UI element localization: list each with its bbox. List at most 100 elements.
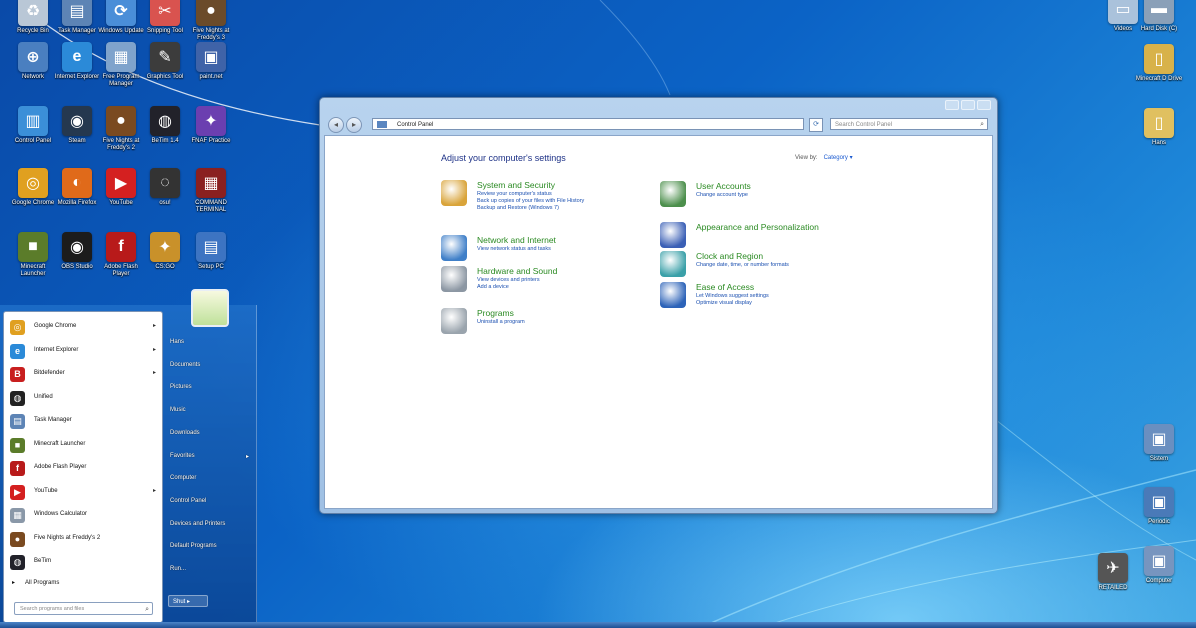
start-menu-place[interactable]: Hans bbox=[170, 339, 184, 345]
start-menu-program[interactable]: f Adobe Flash Player bbox=[8, 458, 158, 478]
start-menu-program[interactable]: ■ Minecraft Launcher bbox=[8, 435, 158, 455]
category-icon[interactable] bbox=[660, 251, 686, 277]
desktop-icon[interactable]: ▥ Control Panel bbox=[8, 106, 58, 145]
start-menu-program[interactable]: ● Five Nights at Freddy's 2 bbox=[8, 529, 158, 549]
category-task-link[interactable]: View devices and printers bbox=[477, 277, 540, 283]
back-button[interactable]: ◂ bbox=[328, 117, 344, 133]
start-menu-place[interactable]: Pictures bbox=[170, 384, 192, 390]
category-task-link[interactable]: View network status and tasks bbox=[477, 246, 551, 252]
category-icon[interactable] bbox=[441, 308, 467, 334]
start-menu-place[interactable]: Downloads bbox=[170, 430, 200, 436]
desktop-icon[interactable]: ▤ Task Manager bbox=[52, 0, 102, 35]
control-panel-window[interactable]: ◂ ▸ Control Panel ⟳ Search Control Panel… bbox=[319, 97, 998, 514]
category-icon[interactable] bbox=[441, 235, 467, 261]
category-icon[interactable] bbox=[441, 180, 467, 206]
category-task-link[interactable]: Change date, time, or number formats bbox=[696, 262, 789, 268]
category-title-link[interactable]: Network and Internet bbox=[477, 235, 556, 245]
user-picture[interactable] bbox=[191, 289, 229, 327]
view-by-value[interactable]: Category ▾ bbox=[824, 155, 853, 161]
desktop-icon[interactable]: ⊕ Network bbox=[8, 42, 58, 81]
category-task-link[interactable]: Review your computer's status bbox=[477, 191, 552, 197]
desktop-icon[interactable]: ✎ Graphics Tool bbox=[140, 42, 190, 81]
close-button[interactable] bbox=[977, 100, 991, 110]
start-menu-program[interactable]: ▤ Task Manager bbox=[8, 411, 158, 431]
start-menu-place[interactable]: Default Programs bbox=[170, 543, 217, 549]
desktop-icon[interactable]: ▬ Hard Disk (C) bbox=[1134, 0, 1184, 33]
desktop-icon[interactable]: ✂ Snipping Tool bbox=[140, 0, 190, 35]
desktop-icon[interactable]: ▶ YouTube bbox=[96, 168, 146, 207]
desktop-icon[interactable]: ◍ BeTim 1.4 bbox=[140, 106, 190, 145]
desktop-icon[interactable]: f Adobe Flash Player bbox=[96, 232, 146, 278]
window-titlebar[interactable] bbox=[320, 98, 997, 115]
search-control-panel-input[interactable]: Search Control Panel ⌕ bbox=[830, 118, 988, 130]
start-menu-place[interactable]: Devices and Printers bbox=[170, 521, 225, 527]
taskbar[interactable] bbox=[0, 622, 1196, 628]
jump-list-arrow-icon[interactable]: ▸ bbox=[153, 322, 156, 329]
category-icon[interactable] bbox=[660, 181, 686, 207]
start-menu-program[interactable]: ◍ BeTim bbox=[8, 552, 158, 572]
category-icon[interactable] bbox=[441, 266, 467, 292]
desktop-icon[interactable]: ● Five Nights at Freddy's 3 bbox=[186, 0, 236, 42]
desktop-icon[interactable]: ✦ CS:GO bbox=[140, 232, 190, 271]
desktop-icon[interactable]: ● Five Nights at Freddy's 2 bbox=[96, 106, 146, 152]
start-menu-program[interactable]: e Internet Explorer ▸ bbox=[8, 341, 158, 361]
category-title-link[interactable]: User Accounts bbox=[696, 181, 751, 191]
start-menu-program[interactable]: ▦ Windows Calculator bbox=[8, 505, 158, 525]
desktop-icon[interactable]: ✈ RETAILED bbox=[1088, 553, 1138, 592]
desktop-icon[interactable]: ▣ Sistem bbox=[1134, 424, 1184, 463]
forward-button[interactable]: ▸ bbox=[346, 117, 362, 133]
jump-list-arrow-icon[interactable]: ▸ bbox=[153, 369, 156, 376]
desktop-icon[interactable]: ▯ Minecraft D Drive bbox=[1134, 44, 1184, 83]
desktop-icon[interactable]: ▣ Computer bbox=[1134, 546, 1184, 585]
desktop-icon[interactable]: ♻ Recycle Bin bbox=[8, 0, 58, 35]
category-title-link[interactable]: Ease of Access bbox=[696, 282, 754, 292]
desktop-icon[interactable]: ◉ OBS Studio bbox=[52, 232, 102, 271]
category-task-link[interactable]: Uninstall a program bbox=[477, 319, 525, 325]
desktop-icon[interactable]: ⟳ Windows Update bbox=[96, 0, 146, 35]
all-programs-button[interactable]: ▸ All Programs bbox=[12, 579, 69, 586]
start-menu-program[interactable]: ▶ YouTube ▸ bbox=[8, 482, 158, 502]
category-title-link[interactable]: System and Security bbox=[477, 180, 555, 190]
view-by-selector[interactable]: View by: Category ▾ bbox=[795, 154, 853, 161]
jump-list-arrow-icon[interactable]: ▸ bbox=[153, 346, 156, 353]
start-menu-place[interactable]: Computer bbox=[170, 475, 196, 481]
category-task-link[interactable]: Let Windows suggest settings bbox=[696, 293, 769, 299]
category-task-link[interactable]: Backup and Restore (Windows 7) bbox=[477, 205, 559, 211]
start-menu-place[interactable]: Documents bbox=[170, 362, 200, 368]
category-title-link[interactable]: Clock and Region bbox=[696, 251, 763, 261]
category-title-link[interactable]: Hardware and Sound bbox=[477, 266, 557, 276]
desktop-icon[interactable]: ◌ osu! bbox=[140, 168, 190, 207]
desktop-icon[interactable]: ■ Minecraft Launcher bbox=[8, 232, 58, 278]
desktop-icon[interactable]: ◎ Google Chrome bbox=[8, 168, 58, 207]
start-menu-place[interactable]: Control Panel bbox=[170, 498, 206, 504]
minimize-button[interactable] bbox=[945, 100, 959, 110]
category-icon[interactable] bbox=[660, 282, 686, 308]
desktop-icon[interactable]: ▤ Setup PC bbox=[186, 232, 236, 271]
shutdown-button[interactable]: Shut ▸ bbox=[168, 595, 208, 607]
category-title-link[interactable]: Appearance and Personalization bbox=[696, 222, 819, 232]
category-task-link[interactable]: Optimize visual display bbox=[696, 300, 752, 306]
jump-list-arrow-icon[interactable]: ▸ bbox=[153, 487, 156, 494]
desktop-icon[interactable]: ◉ Steam bbox=[52, 106, 102, 145]
desktop-icon[interactable]: ▯ Hans bbox=[1134, 108, 1184, 147]
category-task-link[interactable]: Back up copies of your files with File H… bbox=[477, 198, 584, 204]
desktop-icon[interactable]: e Internet Explorer bbox=[52, 42, 102, 81]
start-menu-program[interactable]: ◎ Google Chrome ▸ bbox=[8, 317, 158, 337]
start-menu-program[interactable]: ◍ Unified bbox=[8, 388, 158, 408]
start-menu-place[interactable]: Favorites ▸ bbox=[170, 453, 249, 460]
start-menu-program[interactable]: B Bitdefender ▸ bbox=[8, 364, 158, 384]
desktop-icon[interactable]: ▦ COMMAND TERMINAL bbox=[186, 168, 236, 214]
desktop-icon[interactable]: ◐ Mozilla Firefox bbox=[52, 168, 102, 207]
category-icon[interactable] bbox=[660, 222, 686, 248]
category-task-link[interactable]: Add a device bbox=[477, 284, 509, 290]
desktop-icon[interactable]: ▣ paint.net bbox=[186, 42, 236, 81]
desktop-icon[interactable]: ▣ Periodic bbox=[1134, 487, 1184, 526]
refresh-icon[interactable]: ⟳ bbox=[809, 118, 823, 132]
desktop-icon[interactable]: ✦ FNAF Practice bbox=[186, 106, 236, 145]
desktop-icon[interactable]: ▦ Free Program Manager bbox=[96, 42, 146, 88]
category-title-link[interactable]: Programs bbox=[477, 308, 514, 318]
category-task-link[interactable]: Change account type bbox=[696, 192, 748, 198]
address-bar[interactable]: Control Panel bbox=[372, 118, 804, 130]
start-menu-place[interactable]: Music bbox=[170, 407, 186, 413]
start-search-input[interactable]: Search programs and files ⌕ bbox=[14, 602, 153, 615]
